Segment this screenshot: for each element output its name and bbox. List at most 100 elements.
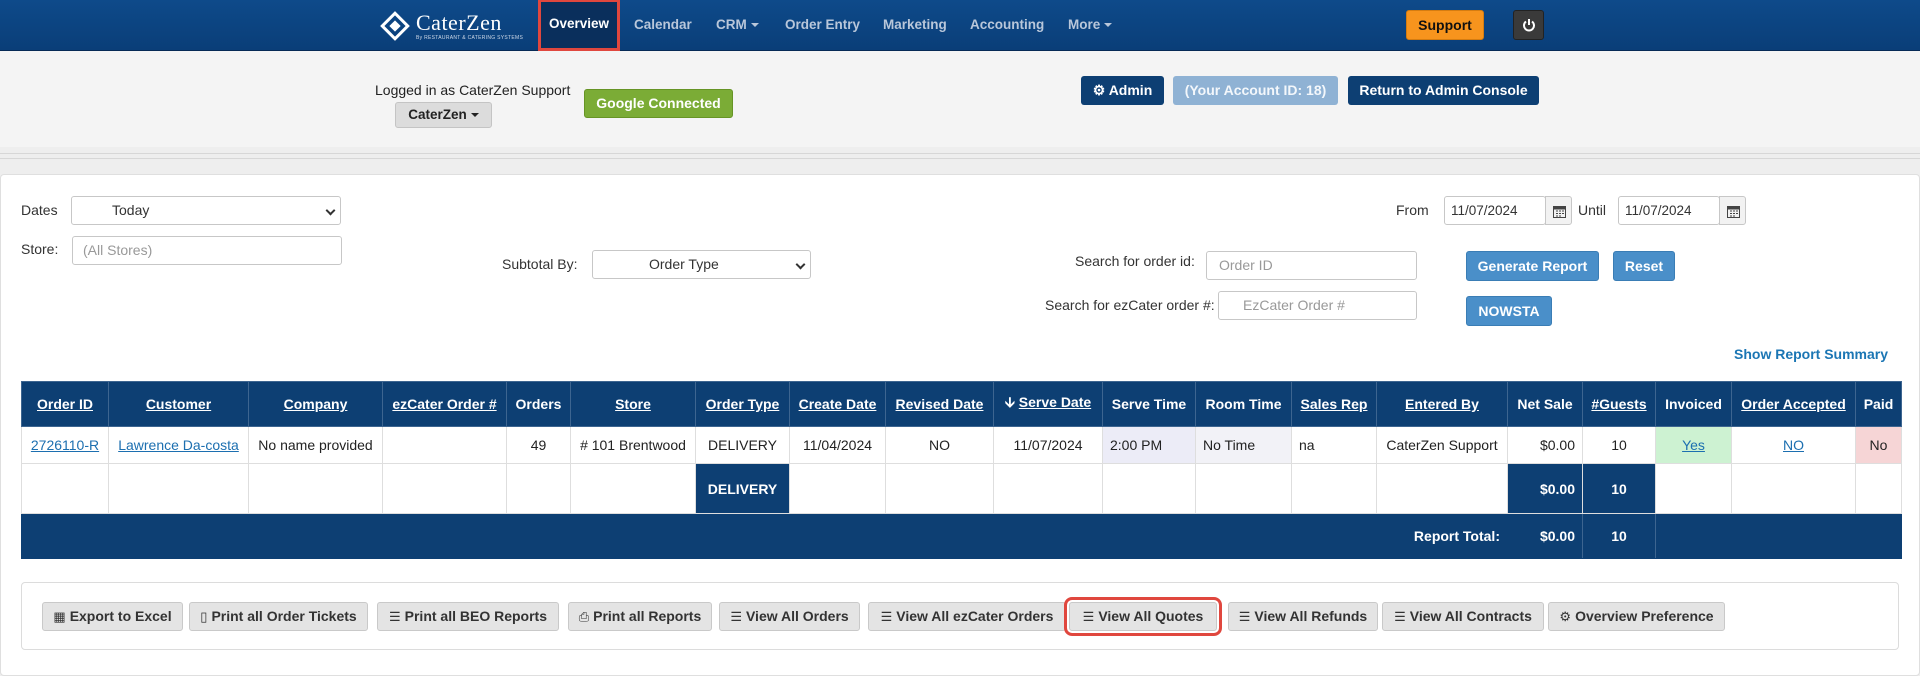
- order-accepted-link[interactable]: NO: [1783, 437, 1804, 453]
- subtotal-net-sale: $0.00: [1507, 463, 1583, 514]
- from-label: From: [1396, 202, 1429, 218]
- view-all-orders-button[interactable]: ☰ View All Orders: [719, 602, 860, 631]
- nav-accounting[interactable]: Accounting: [970, 0, 1044, 50]
- power-icon: [1522, 19, 1535, 32]
- col-revised-date[interactable]: Revised Date: [885, 381, 994, 427]
- calendar-icon: [1553, 206, 1566, 218]
- show-report-summary-link[interactable]: Show Report Summary: [1734, 346, 1888, 362]
- nav-marketing[interactable]: Marketing: [883, 0, 947, 50]
- orders-table: Order ID Customer Company ezCater Order …: [21, 381, 1902, 559]
- view-all-refunds-button[interactable]: ☰ View All Refunds: [1228, 602, 1378, 631]
- store-label: Store:: [21, 241, 59, 257]
- divider: [0, 158, 1920, 159]
- print-beo-reports-button[interactable]: ☰ Print all BEO Reports: [377, 602, 559, 631]
- subtotal-label: Subtotal By:: [502, 256, 578, 272]
- customer-link[interactable]: Lawrence Da-costa: [118, 437, 239, 453]
- subtotal-label: DELIVERY: [695, 463, 790, 514]
- from-date-input[interactable]: 11/07/2024: [1444, 196, 1546, 225]
- list-icon: ☰: [1082, 609, 1095, 624]
- mobile-icon: ▯: [200, 609, 208, 624]
- arrow-down-icon: 🡫: [1004, 394, 1015, 410]
- col-room-time: Room Time: [1195, 381, 1292, 427]
- col-sales-rep[interactable]: Sales Rep: [1291, 381, 1377, 427]
- invoiced-link[interactable]: Yes: [1682, 437, 1705, 453]
- list-icon: ☰: [730, 609, 742, 624]
- order-id-link[interactable]: 2726110-R: [31, 437, 99, 453]
- generate-report-button[interactable]: Generate Report: [1466, 251, 1599, 281]
- nav-calendar[interactable]: Calendar: [634, 0, 692, 50]
- reset-button[interactable]: Reset: [1613, 251, 1675, 281]
- list-icon: ☰: [388, 609, 401, 624]
- col-customer[interactable]: Customer: [108, 381, 249, 427]
- overview-preference-button[interactable]: ⚙ Overview Preference: [1548, 602, 1725, 631]
- list-icon: ☰: [880, 609, 893, 624]
- order-id-input[interactable]: Order ID: [1206, 251, 1417, 280]
- entered-by-cell: CaterZen Support: [1376, 426, 1508, 464]
- caret-down-icon: [750, 23, 759, 28]
- report-total-row: Report Total: $0.00 10: [21, 513, 1902, 559]
- search-ezcater-label: Search for ezCater order #:: [1045, 297, 1215, 313]
- admin-button[interactable]: ⚙ Admin: [1081, 76, 1164, 105]
- room-time-cell: No Time: [1195, 426, 1292, 464]
- ezcater-cell: [382, 426, 507, 464]
- print-order-tickets-button[interactable]: ▯ Print all Order Tickets: [189, 602, 368, 631]
- from-calendar-button[interactable]: [1545, 196, 1572, 225]
- col-order-id[interactable]: Order ID: [21, 381, 109, 427]
- col-store[interactable]: Store: [570, 381, 696, 427]
- store-cell: # 101 Brentwood: [570, 426, 696, 464]
- until-calendar-button[interactable]: [1719, 196, 1746, 225]
- subtotal-select[interactable]: Order Type: [592, 250, 811, 279]
- dates-select[interactable]: Today: [71, 196, 341, 225]
- return-admin-console-button[interactable]: Return to Admin Console: [1348, 76, 1539, 105]
- sales-rep-cell: na: [1291, 426, 1377, 464]
- account-menu-button[interactable]: CaterZen: [395, 102, 492, 128]
- view-ezcater-orders-button[interactable]: ☰ View All ezCater Orders: [868, 602, 1066, 631]
- col-order-type[interactable]: Order Type: [695, 381, 790, 427]
- calendar-icon: [1727, 206, 1740, 218]
- caterzen-logo-icon: [380, 11, 410, 41]
- col-paid: Paid: [1855, 381, 1902, 427]
- support-button[interactable]: Support: [1406, 10, 1484, 40]
- view-all-quotes-button[interactable]: ☰ View All Quotes: [1064, 597, 1222, 636]
- col-ezcater-order[interactable]: ezCater Order #: [382, 381, 507, 427]
- export-excel-button[interactable]: ▦ Export to Excel: [42, 602, 183, 631]
- grid-icon: ▦: [53, 609, 66, 624]
- nav-order-entry[interactable]: Order Entry: [785, 0, 860, 50]
- col-order-accepted[interactable]: Order Accepted: [1731, 381, 1856, 427]
- ezcater-order-input[interactable]: EzCater Order #: [1218, 291, 1417, 320]
- col-create-date[interactable]: Create Date: [789, 381, 886, 427]
- col-serve-date[interactable]: 🡫 Serve Date: [993, 381, 1103, 427]
- until-label: Until: [1578, 202, 1607, 218]
- col-net-sale: Net Sale: [1507, 381, 1583, 427]
- store-input[interactable]: (All Stores): [72, 236, 342, 265]
- nav-crm[interactable]: CRM: [716, 0, 759, 50]
- col-guests[interactable]: #Guests: [1582, 381, 1656, 427]
- list-icon: ☰: [1394, 609, 1406, 624]
- col-entered-by[interactable]: Entered By: [1376, 381, 1508, 427]
- gear-icon: ⚙: [1092, 82, 1106, 98]
- google-connected-button[interactable]: Google Connected: [584, 89, 733, 118]
- print-all-reports-button[interactable]: ⎙ Print all Reports: [568, 602, 712, 631]
- nowsta-button[interactable]: NOWSTA: [1466, 296, 1552, 326]
- nav-more[interactable]: More: [1068, 0, 1113, 50]
- table-header-row: Order ID Customer Company ezCater Order …: [21, 381, 1902, 427]
- orders-cell: 49: [506, 426, 571, 464]
- until-date-input[interactable]: 11/07/2024: [1618, 196, 1720, 225]
- account-header: [0, 51, 1920, 147]
- gear-icon: ⚙: [1559, 609, 1572, 624]
- table-row: 2726110-R Lawrence Da-costa No name prov…: [21, 426, 1902, 464]
- col-serve-time: Serve Time: [1102, 381, 1196, 427]
- col-company[interactable]: Company: [248, 381, 383, 427]
- report-total-guests: 10: [1582, 513, 1656, 559]
- view-all-contracts-button[interactable]: ☰ View All Contracts: [1382, 602, 1544, 631]
- guests-cell: 10: [1582, 426, 1656, 464]
- nav-overview[interactable]: Overview: [537, 0, 621, 51]
- power-button[interactable]: [1513, 10, 1544, 40]
- col-invoiced: Invoiced: [1655, 381, 1732, 427]
- paid-cell: No: [1855, 426, 1902, 464]
- company-cell: No name provided: [248, 426, 383, 464]
- col-orders: Orders: [506, 381, 571, 427]
- caret-down-icon: [470, 113, 479, 118]
- brand-logo[interactable]: CaterZen By RESTAURANT & CATERING SYSTEM…: [380, 9, 523, 43]
- account-id-badge: (Your Account ID: 18): [1173, 76, 1338, 105]
